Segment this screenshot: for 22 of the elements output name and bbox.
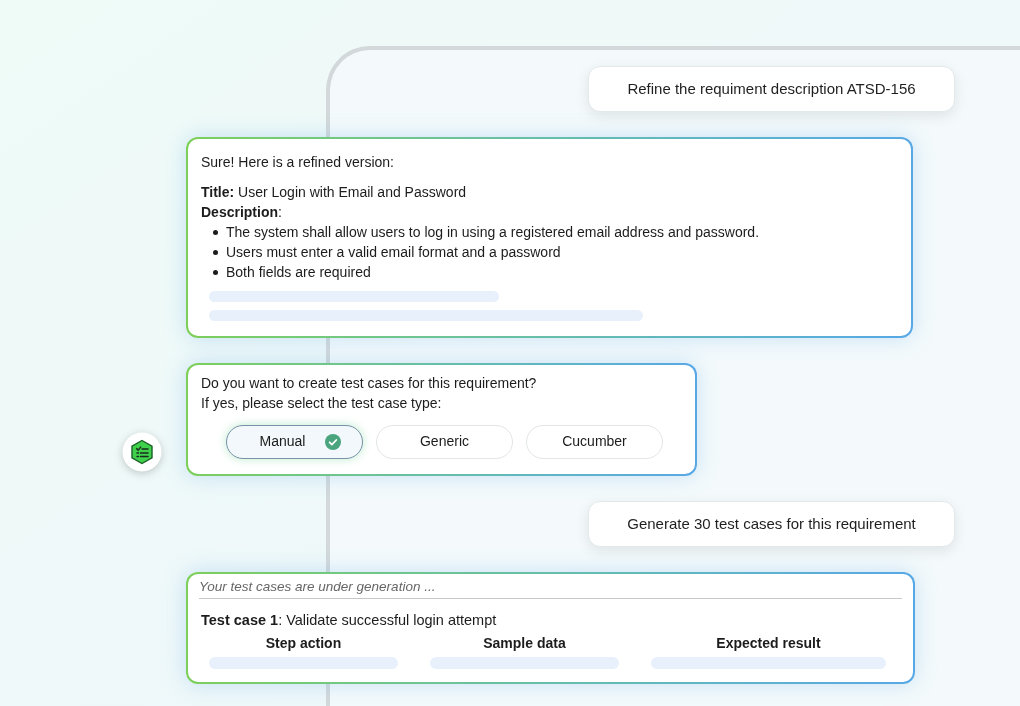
test-type-option[interactable]: Manual [226, 425, 363, 459]
bullet-icon [213, 229, 218, 235]
description-heading: Description: [201, 203, 283, 222]
column-header: Step action [265, 634, 342, 653]
column-header: Sample data [483, 634, 566, 653]
status-text: Your test cases are under generation ... [199, 578, 902, 599]
bullet-text: Both fields are required [226, 263, 371, 282]
intro-text: Sure! Here is a refined version: [201, 153, 395, 172]
user-message-bubble: Generate 30 test cases for this requirement [588, 501, 955, 547]
test-type-option[interactable]: Generic [376, 425, 513, 459]
question-text: Do you want to create test cases for this requirement? [201, 374, 538, 393]
bullet-text: The system shall allow users to log in using a registered email address and password. [226, 223, 760, 242]
title-text: Title: User Login with Email and Password [201, 183, 468, 202]
check-circle-icon [325, 434, 342, 450]
bullet-icon [213, 269, 218, 275]
bullet-icon [213, 249, 218, 255]
question-text: If yes, please select the test case type: [201, 393, 443, 413]
user-message-bubble: Refine the requiment description ATSD-156 [588, 66, 955, 112]
test-case-title: Test case 1: Validate successful login attempt [200, 611, 498, 630]
bullet-text: Users must enter a valid email format and a password [226, 243, 561, 262]
column-header: Expected result [716, 634, 821, 653]
test-type-option[interactable]: Cucumber [526, 425, 663, 459]
